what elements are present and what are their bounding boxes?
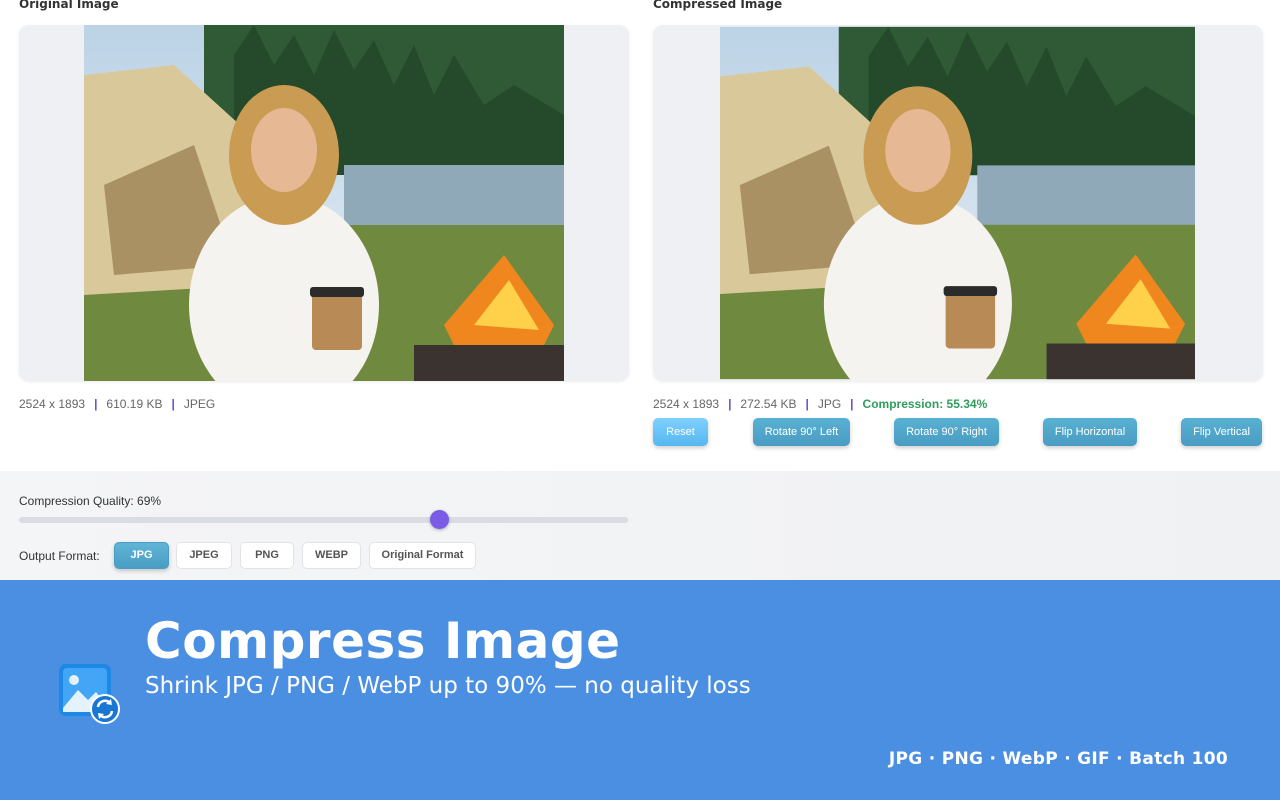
rotate-left-button[interactable]: Rotate 90° Left <box>753 418 850 446</box>
original-format: JPEG <box>183 397 216 411</box>
quality-label: Compression Quality: 69% <box>19 494 162 508</box>
original-image-preview <box>19 25 629 381</box>
format-option-jpg[interactable]: JPG <box>114 542 169 569</box>
compressed-size: 272.54 KB <box>740 397 797 411</box>
reset-button[interactable]: Reset <box>653 418 708 446</box>
original-image-title: Original Image <box>19 0 119 11</box>
banner-subtitle: Shrink JPG / PNG / WebP up to 90% — no q… <box>145 673 751 699</box>
compressed-format: JPG <box>817 397 842 411</box>
format-option-png[interactable]: PNG <box>240 542 294 569</box>
output-format-label: Output Format: <box>19 549 100 563</box>
original-image-info: 2524 x 1893 | 610.19 KB | JPEG <box>19 397 215 411</box>
compression-ratio: Compression: 55.34% <box>862 397 988 411</box>
original-dimensions: 2524 x 1893 <box>19 397 86 411</box>
quality-slider-thumb[interactable] <box>429 510 449 529</box>
format-option-original[interactable]: Original Format <box>369 542 476 569</box>
format-option-webp[interactable]: WEBP <box>302 542 361 569</box>
format-option-jpeg[interactable]: JPEG <box>176 542 232 569</box>
separator: | <box>850 397 854 411</box>
original-size: 610.19 KB <box>106 397 163 411</box>
image-convert-icon <box>58 662 120 724</box>
separator: | <box>171 397 175 411</box>
compressed-dimensions: 2524 x 1893 <box>653 397 720 411</box>
rotate-right-button[interactable]: Rotate 90° Right <box>894 418 999 446</box>
compressed-photo <box>720 25 1195 381</box>
original-photo <box>84 25 564 381</box>
banner-title: Compress Image <box>145 612 621 670</box>
flip-vertical-button[interactable]: Flip Vertical <box>1181 418 1262 446</box>
flip-horizontal-button[interactable]: Flip Horizontal <box>1043 418 1137 446</box>
quality-slider-track[interactable] <box>19 517 628 523</box>
separator: | <box>805 397 809 411</box>
compressed-image-title: Compressed Image <box>653 0 783 11</box>
compressed-image-info: 2524 x 1893 | 272.54 KB | JPG | Compression: 5… <box>653 397 987 411</box>
separator: | <box>728 397 732 411</box>
compressed-image-preview <box>653 25 1263 381</box>
separator: | <box>94 397 98 411</box>
banner-formats: JPG · PNG · WebP · GIF · Batch 100 <box>888 749 1228 769</box>
